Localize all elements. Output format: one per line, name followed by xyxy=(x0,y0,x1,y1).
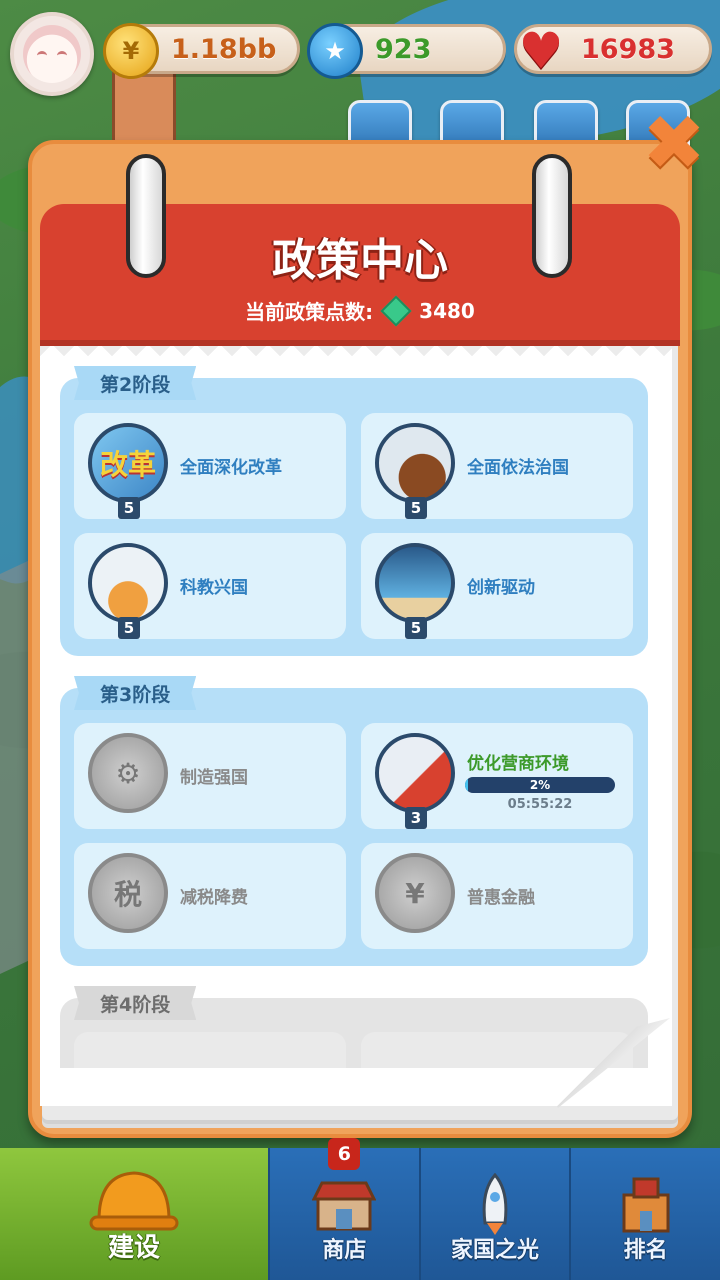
rocket-icon xyxy=(460,1170,530,1240)
heart-counter[interactable]: ♥ 16983 xyxy=(514,22,712,80)
policy-card[interactable]: 改革 5 全面深化改革 xyxy=(74,413,346,519)
shop-icon xyxy=(309,1170,379,1240)
heart-value: 16983 xyxy=(581,33,675,65)
star-counter[interactable]: ★ 923 xyxy=(307,23,506,79)
bottom-nav: 建设 6 商店 家国之光 排名 xyxy=(0,1138,720,1280)
policy-name: 普惠金融 xyxy=(467,888,535,908)
panel-title: 政策中心 xyxy=(272,235,448,286)
avatar-face xyxy=(23,25,81,83)
document-icon xyxy=(375,733,455,813)
level-badge: 3 xyxy=(405,807,427,829)
building xyxy=(112,70,176,150)
coins-wallet-icon: ¥ xyxy=(375,853,455,933)
tax-icon: 税 xyxy=(88,853,168,933)
nav-national-light[interactable]: 家国之光 xyxy=(418,1148,570,1280)
policy-name: 减税降费 xyxy=(180,888,248,908)
nav-shop[interactable]: 6 商店 xyxy=(268,1138,419,1280)
hardhat-icon xyxy=(89,1160,179,1240)
gem-icon xyxy=(380,294,412,327)
reform-icon: 改革 xyxy=(88,423,168,503)
heart-icon: ♥ xyxy=(518,22,564,80)
close-icon[interactable]: ✖ xyxy=(640,98,708,187)
level-badge: 5 xyxy=(405,497,427,519)
stage-3-tag: 第3阶段 xyxy=(74,676,197,710)
gear-fist-icon: ⚙ xyxy=(88,733,168,813)
policy-points: 当前政策点数: 3480 xyxy=(40,294,680,327)
coin-icon: ¥ xyxy=(103,23,159,79)
nav-build[interactable]: 建设 xyxy=(0,1148,268,1280)
policy-name: 全面深化改革 xyxy=(180,458,282,478)
graduate-icon xyxy=(88,543,168,623)
policy-card[interactable]: 5 全面依法治国 xyxy=(361,413,633,519)
star-value: 923 xyxy=(375,33,432,65)
level-badge: 5 xyxy=(405,617,427,639)
policy-card[interactable]: 5 创新驱动 xyxy=(361,533,633,639)
coin-counter[interactable]: ¥ 1.18bb xyxy=(103,23,300,79)
policy-name: 创新驱动 xyxy=(467,578,535,598)
trophy-building-icon xyxy=(611,1170,681,1240)
coin-value: 1.18bb xyxy=(171,33,277,65)
points-label: 当前政策点数: xyxy=(245,300,374,324)
stage-2-tag: 第2阶段 xyxy=(74,366,197,400)
gavel-icon xyxy=(375,423,455,503)
policy-card[interactable]: ¥ 普惠金融 xyxy=(361,843,633,949)
policy-name: 制造强国 xyxy=(180,768,248,788)
policy-card[interactable]: 3 优化营商环境 2% 05:55:22 xyxy=(361,723,633,829)
player-avatar[interactable] xyxy=(10,12,94,96)
nav-ranking[interactable]: 排名 xyxy=(569,1148,720,1280)
policy-name: 科教兴国 xyxy=(180,578,248,598)
progress-percent: 2% xyxy=(529,778,551,792)
policy-card[interactable]: 5 科教兴国 xyxy=(74,533,346,639)
notification-badge: 6 xyxy=(328,1138,361,1170)
level-badge: 5 xyxy=(118,497,140,519)
policy-card[interactable]: ⚙ 制造强国 xyxy=(74,723,346,829)
rocket-icon xyxy=(375,543,455,623)
paper-tear-edge xyxy=(40,346,672,364)
policy-card[interactable] xyxy=(74,1032,346,1072)
policy-card[interactable]: 税 减税降费 xyxy=(74,843,346,949)
progress-bar: 2% xyxy=(465,777,615,793)
countdown-timer: 05:55:22 xyxy=(507,797,573,812)
policy-name: 全面依法治国 xyxy=(467,458,569,478)
stage-4-tag: 第4阶段 xyxy=(74,986,197,1020)
points-value: 3480 xyxy=(419,298,475,323)
policy-name: 优化营商环境 xyxy=(467,754,569,774)
level-badge: 5 xyxy=(118,617,140,639)
star-icon: ★ xyxy=(307,23,363,79)
